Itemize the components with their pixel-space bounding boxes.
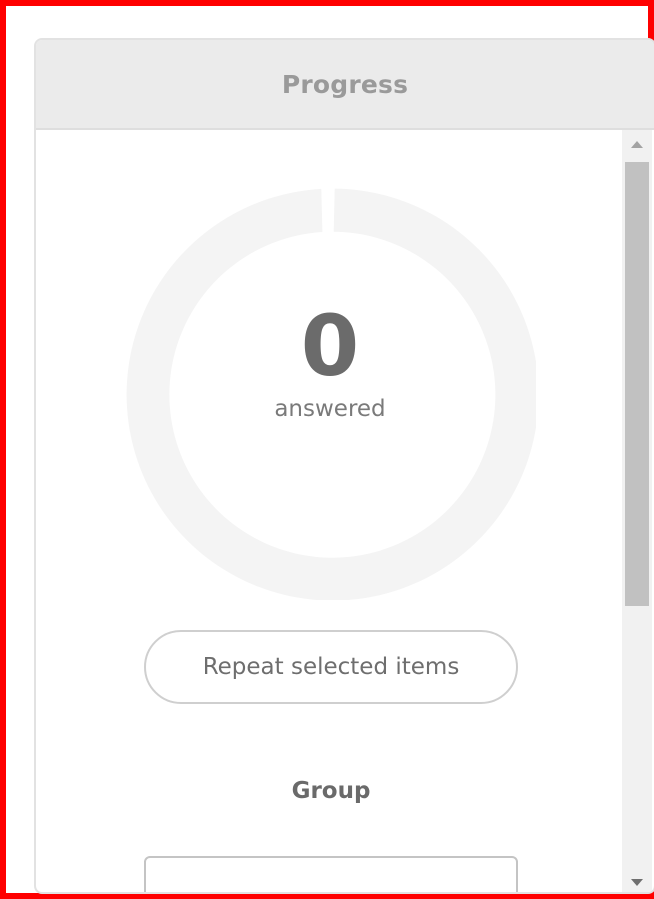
progress-ring: 0 answered [124, 188, 536, 600]
repeat-selected-items-button[interactable]: Repeat selected items [144, 630, 518, 704]
answered-label: answered [274, 396, 386, 422]
triangle-down-icon [631, 878, 643, 886]
scroll-down-button[interactable] [622, 868, 652, 892]
vertical-scrollbar[interactable] [622, 130, 652, 892]
scrollbar-thumb[interactable] [625, 162, 649, 606]
answered-count: 0 [300, 297, 360, 395]
panel-body: 0 answered Repeat selected items Group [36, 130, 622, 892]
panel-header: Progress [36, 40, 654, 130]
panel-title: Progress [281, 69, 409, 99]
group-heading: Group [291, 778, 371, 804]
triangle-up-icon [631, 140, 643, 148]
scroll-up-button[interactable] [622, 130, 652, 158]
focus-outline-frame: Progress 0 answered Repeat selected item… [0, 0, 654, 899]
group-select[interactable] [144, 856, 518, 892]
progress-panel: Progress 0 answered Repeat selected item… [34, 38, 654, 894]
